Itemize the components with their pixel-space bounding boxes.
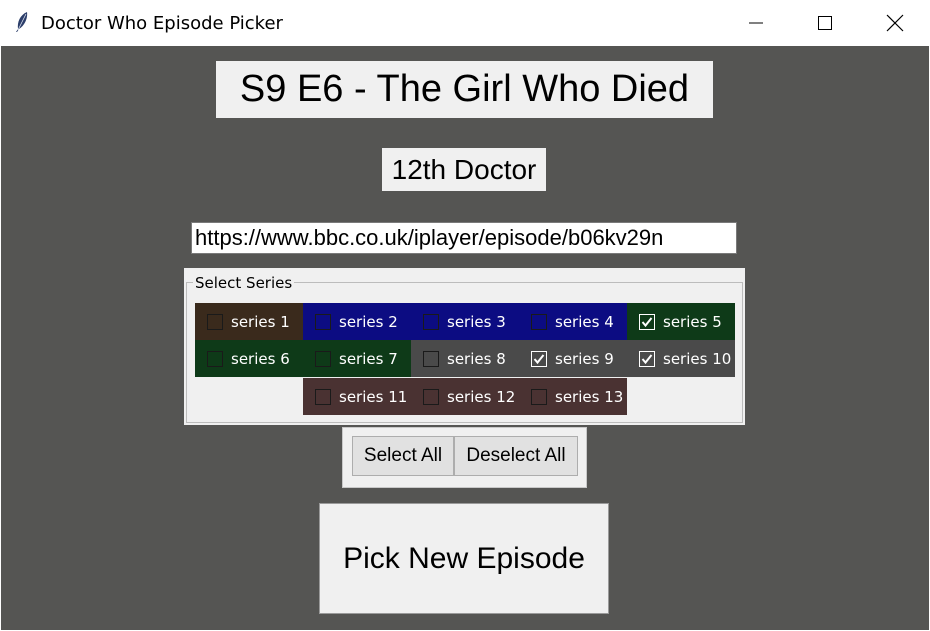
series-checkbox[interactable]: series 4 <box>519 303 627 340</box>
pick-new-episode-button[interactable]: Pick New Episode <box>319 503 609 614</box>
series-checkbox[interactable]: series 3 <box>411 303 519 340</box>
series-checkbox-label: series 10 <box>663 349 732 368</box>
series-checkbox-label: series 1 <box>231 312 290 331</box>
minimize-icon <box>749 22 763 23</box>
checked-box-icon[interactable] <box>531 350 547 367</box>
close-icon <box>886 14 904 31</box>
unchecked-box-icon[interactable] <box>207 350 223 367</box>
series-checkbox[interactable]: series 6 <box>195 340 303 377</box>
minimize-button[interactable] <box>733 0 779 45</box>
unchecked-box-icon[interactable] <box>531 388 547 405</box>
episode-title: S9 E6 - The Girl Who Died <box>216 61 713 118</box>
unchecked-box-icon[interactable] <box>207 313 223 330</box>
series-checkbox-label: series 12 <box>447 387 516 406</box>
series-checkbox[interactable]: series 2 <box>303 303 411 340</box>
series-checkbox-label: series 7 <box>339 349 398 368</box>
series-checkbox[interactable]: series 8 <box>411 340 519 377</box>
unchecked-box-icon[interactable] <box>423 388 439 405</box>
series-checkbox[interactable]: series 10 <box>627 340 735 377</box>
checked-box-icon[interactable] <box>639 350 655 367</box>
series-checkbox-label: series 8 <box>447 349 506 368</box>
unchecked-box-icon[interactable] <box>315 350 331 367</box>
unchecked-box-icon[interactable] <box>315 313 331 330</box>
close-button[interactable] <box>872 0 918 45</box>
unchecked-box-icon[interactable] <box>315 388 331 405</box>
doctor-label: 12th Doctor <box>382 148 546 191</box>
series-checkbox-label: series 4 <box>555 312 614 331</box>
unchecked-box-icon[interactable] <box>423 350 439 367</box>
checkmark-icon <box>641 353 653 364</box>
series-checkbox[interactable]: series 11 <box>303 378 411 415</box>
series-frame-label: Select Series <box>193 274 295 292</box>
episode-url-field[interactable]: https://www.bbc.co.uk/iplayer/episode/b0… <box>191 222 737 254</box>
checked-box-icon[interactable] <box>639 313 655 330</box>
checkmark-icon <box>641 316 653 327</box>
deselect-all-button[interactable]: Deselect All <box>454 436 578 476</box>
window-title: Doctor Who Episode Picker <box>41 13 283 34</box>
series-checkbox[interactable]: series 9 <box>519 340 627 377</box>
series-checkbox-label: series 11 <box>339 387 408 406</box>
unchecked-box-icon[interactable] <box>423 313 439 330</box>
maximize-button[interactable] <box>802 0 848 45</box>
select-all-button[interactable]: Select All <box>352 436 454 476</box>
series-checkbox-label: series 9 <box>555 349 614 368</box>
series-checkbox[interactable]: series 12 <box>411 378 519 415</box>
maximize-icon <box>818 15 832 30</box>
series-checkbox-label: series 3 <box>447 312 506 331</box>
feather-icon <box>16 12 28 32</box>
series-checkbox[interactable]: series 13 <box>519 378 627 415</box>
series-checkbox-label: series 5 <box>663 312 722 331</box>
checkmark-icon <box>533 353 545 364</box>
series-checkbox-label: series 13 <box>555 387 624 406</box>
unchecked-box-icon[interactable] <box>531 313 547 330</box>
title-bar: Doctor Who Episode Picker <box>0 0 930 45</box>
series-checkbox[interactable]: series 5 <box>627 303 735 340</box>
series-checkbox-label: series 2 <box>339 312 398 331</box>
series-checkbox[interactable]: series 1 <box>195 303 303 340</box>
series-checkbox-label: series 6 <box>231 349 290 368</box>
series-checkbox[interactable]: series 7 <box>303 340 411 377</box>
